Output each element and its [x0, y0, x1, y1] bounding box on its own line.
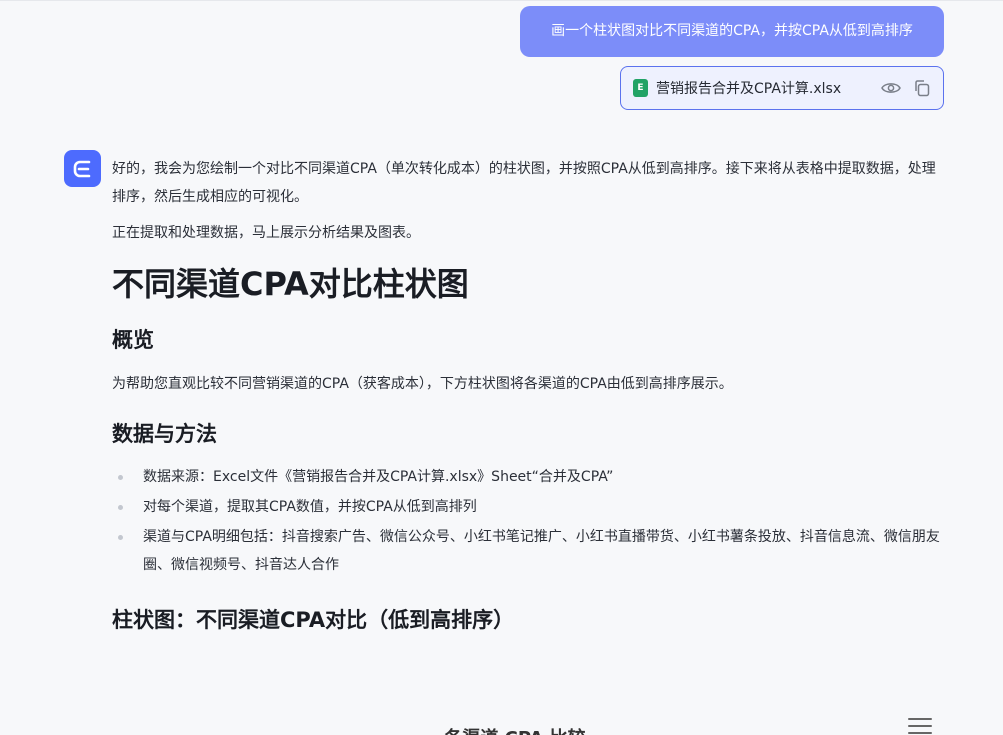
method-list: 数据来源：Excel文件《营销报告合并及CPA计算.xlsx》Sheet“合并及… — [112, 463, 947, 579]
list-item: 对每个渠道，提取其CPA数值，并按CPA从低到高排列 — [112, 493, 947, 521]
chat-page: 画一个柱状图对比不同渠道的CPA，并按CPA从低到高排序 E 营销报告合并及CP… — [0, 0, 1003, 735]
overview-text: 为帮助您直观比较不同营销渠道的CPA（获客成本），下方柱状图将各渠道的CPA由低… — [112, 376, 733, 392]
method-heading: 数据与方法 — [112, 422, 217, 446]
user-message-bubble: 画一个柱状图对比不同渠道的CPA，并按CPA从低到高排序 — [520, 6, 944, 57]
assistant-avatar — [64, 150, 101, 187]
list-item: 数据来源：Excel文件《营销报告合并及CPA计算.xlsx》Sheet“合并及… — [112, 463, 947, 491]
chart-title: 各渠道 CPA 比较 — [400, 724, 630, 735]
copy-icon[interactable] — [913, 79, 931, 97]
overview-heading: 概览 — [112, 328, 154, 352]
assistant-status-text: 正在提取和处理数据，马上展示分析结果及图表。 — [112, 225, 420, 241]
attachment-card[interactable]: E 营销报告合并及CPA计算.xlsx — [620, 66, 944, 110]
hamburger-menu-icon[interactable] — [908, 718, 932, 735]
attachment-actions — [881, 79, 931, 97]
list-item: 渠道与CPA明细包括：抖音搜索广告、微信公众号、小红书笔记推广、小红书直播带货、… — [112, 523, 947, 579]
assistant-logo-icon — [73, 160, 90, 177]
top-divider — [0, 0, 1003, 1]
assistant-intro-text: 好的，我会为您绘制一个对比不同渠道CPA（单次转化成本）的柱状图，并按照CPA从… — [112, 161, 936, 205]
eye-icon[interactable] — [881, 81, 901, 95]
report-title: 不同渠道CPA对比柱状图 — [112, 265, 469, 303]
assistant-response: 好的，我会为您绘制一个对比不同渠道CPA（单次转化成本）的柱状图，并按照CPA从… — [112, 155, 947, 635]
chart-heading: 柱状图：不同渠道CPA对比（低到高排序） — [112, 608, 515, 632]
excel-file-icon: E — [633, 79, 648, 97]
attachment-file-name: 营销报告合并及CPA计算.xlsx — [656, 81, 842, 97]
